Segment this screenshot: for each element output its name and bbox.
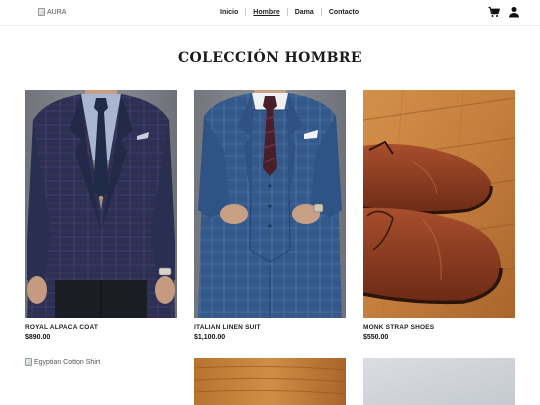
- product-image-suit[interactable]: [194, 90, 346, 318]
- brand-logo[interactable]: AURA: [38, 8, 66, 16]
- product-image-partial[interactable]: [363, 358, 515, 405]
- product-price: $890.00: [25, 334, 51, 341]
- product-card[interactable]: ROYAL ALPACA COAT $890.00: [25, 90, 177, 341]
- product-image-light: [363, 358, 515, 405]
- product-card[interactable]: MONK STRAP SHOES $550.00: [363, 90, 515, 341]
- product-image-partial[interactable]: [194, 358, 346, 405]
- cart-icon[interactable]: [488, 6, 500, 18]
- product-name[interactable]: ITALIAN LINEN SUIT: [194, 324, 346, 331]
- product-image-shoes[interactable]: [363, 90, 515, 318]
- broken-image-icon: [25, 358, 32, 366]
- nav-divider: [320, 8, 322, 16]
- nav-link-hombre[interactable]: Hombre: [253, 9, 279, 16]
- product-name[interactable]: MONK STRAP SHOES: [363, 324, 515, 331]
- broken-image-icon: [38, 8, 45, 16]
- nav-divider: [245, 8, 247, 16]
- nav-link-contacto[interactable]: Contacto: [329, 9, 359, 16]
- product-image-blazer[interactable]: [25, 90, 177, 318]
- user-icon[interactable]: [508, 6, 520, 18]
- product-name[interactable]: ROYAL ALPACA COAT: [25, 324, 177, 331]
- product-image-alt-text: Egyptian Cotton Shirt: [34, 358, 101, 366]
- nav-link-inicio[interactable]: Inicio: [220, 9, 238, 16]
- nav-link-dama[interactable]: Dama: [295, 9, 314, 16]
- brand-logo-alt-text: AURA: [47, 8, 67, 16]
- navbar: AURA Inicio Hombre Dama Contacto: [0, 0, 540, 26]
- product-image-broken[interactable]: Egyptian Cotton Shirt: [25, 358, 100, 366]
- product-image-wood: [194, 358, 346, 405]
- nav-links: Inicio Hombre Dama Contacto: [220, 8, 359, 16]
- nav-divider: [286, 8, 288, 16]
- product-price: $1,100.00: [194, 334, 226, 341]
- product-price: $550.00: [363, 334, 389, 341]
- product-card[interactable]: ITALIAN LINEN SUIT $1,100.00: [194, 90, 346, 341]
- nav-icons: [488, 6, 520, 18]
- page-title: COLECCIÓN HOMBRE: [177, 50, 362, 66]
